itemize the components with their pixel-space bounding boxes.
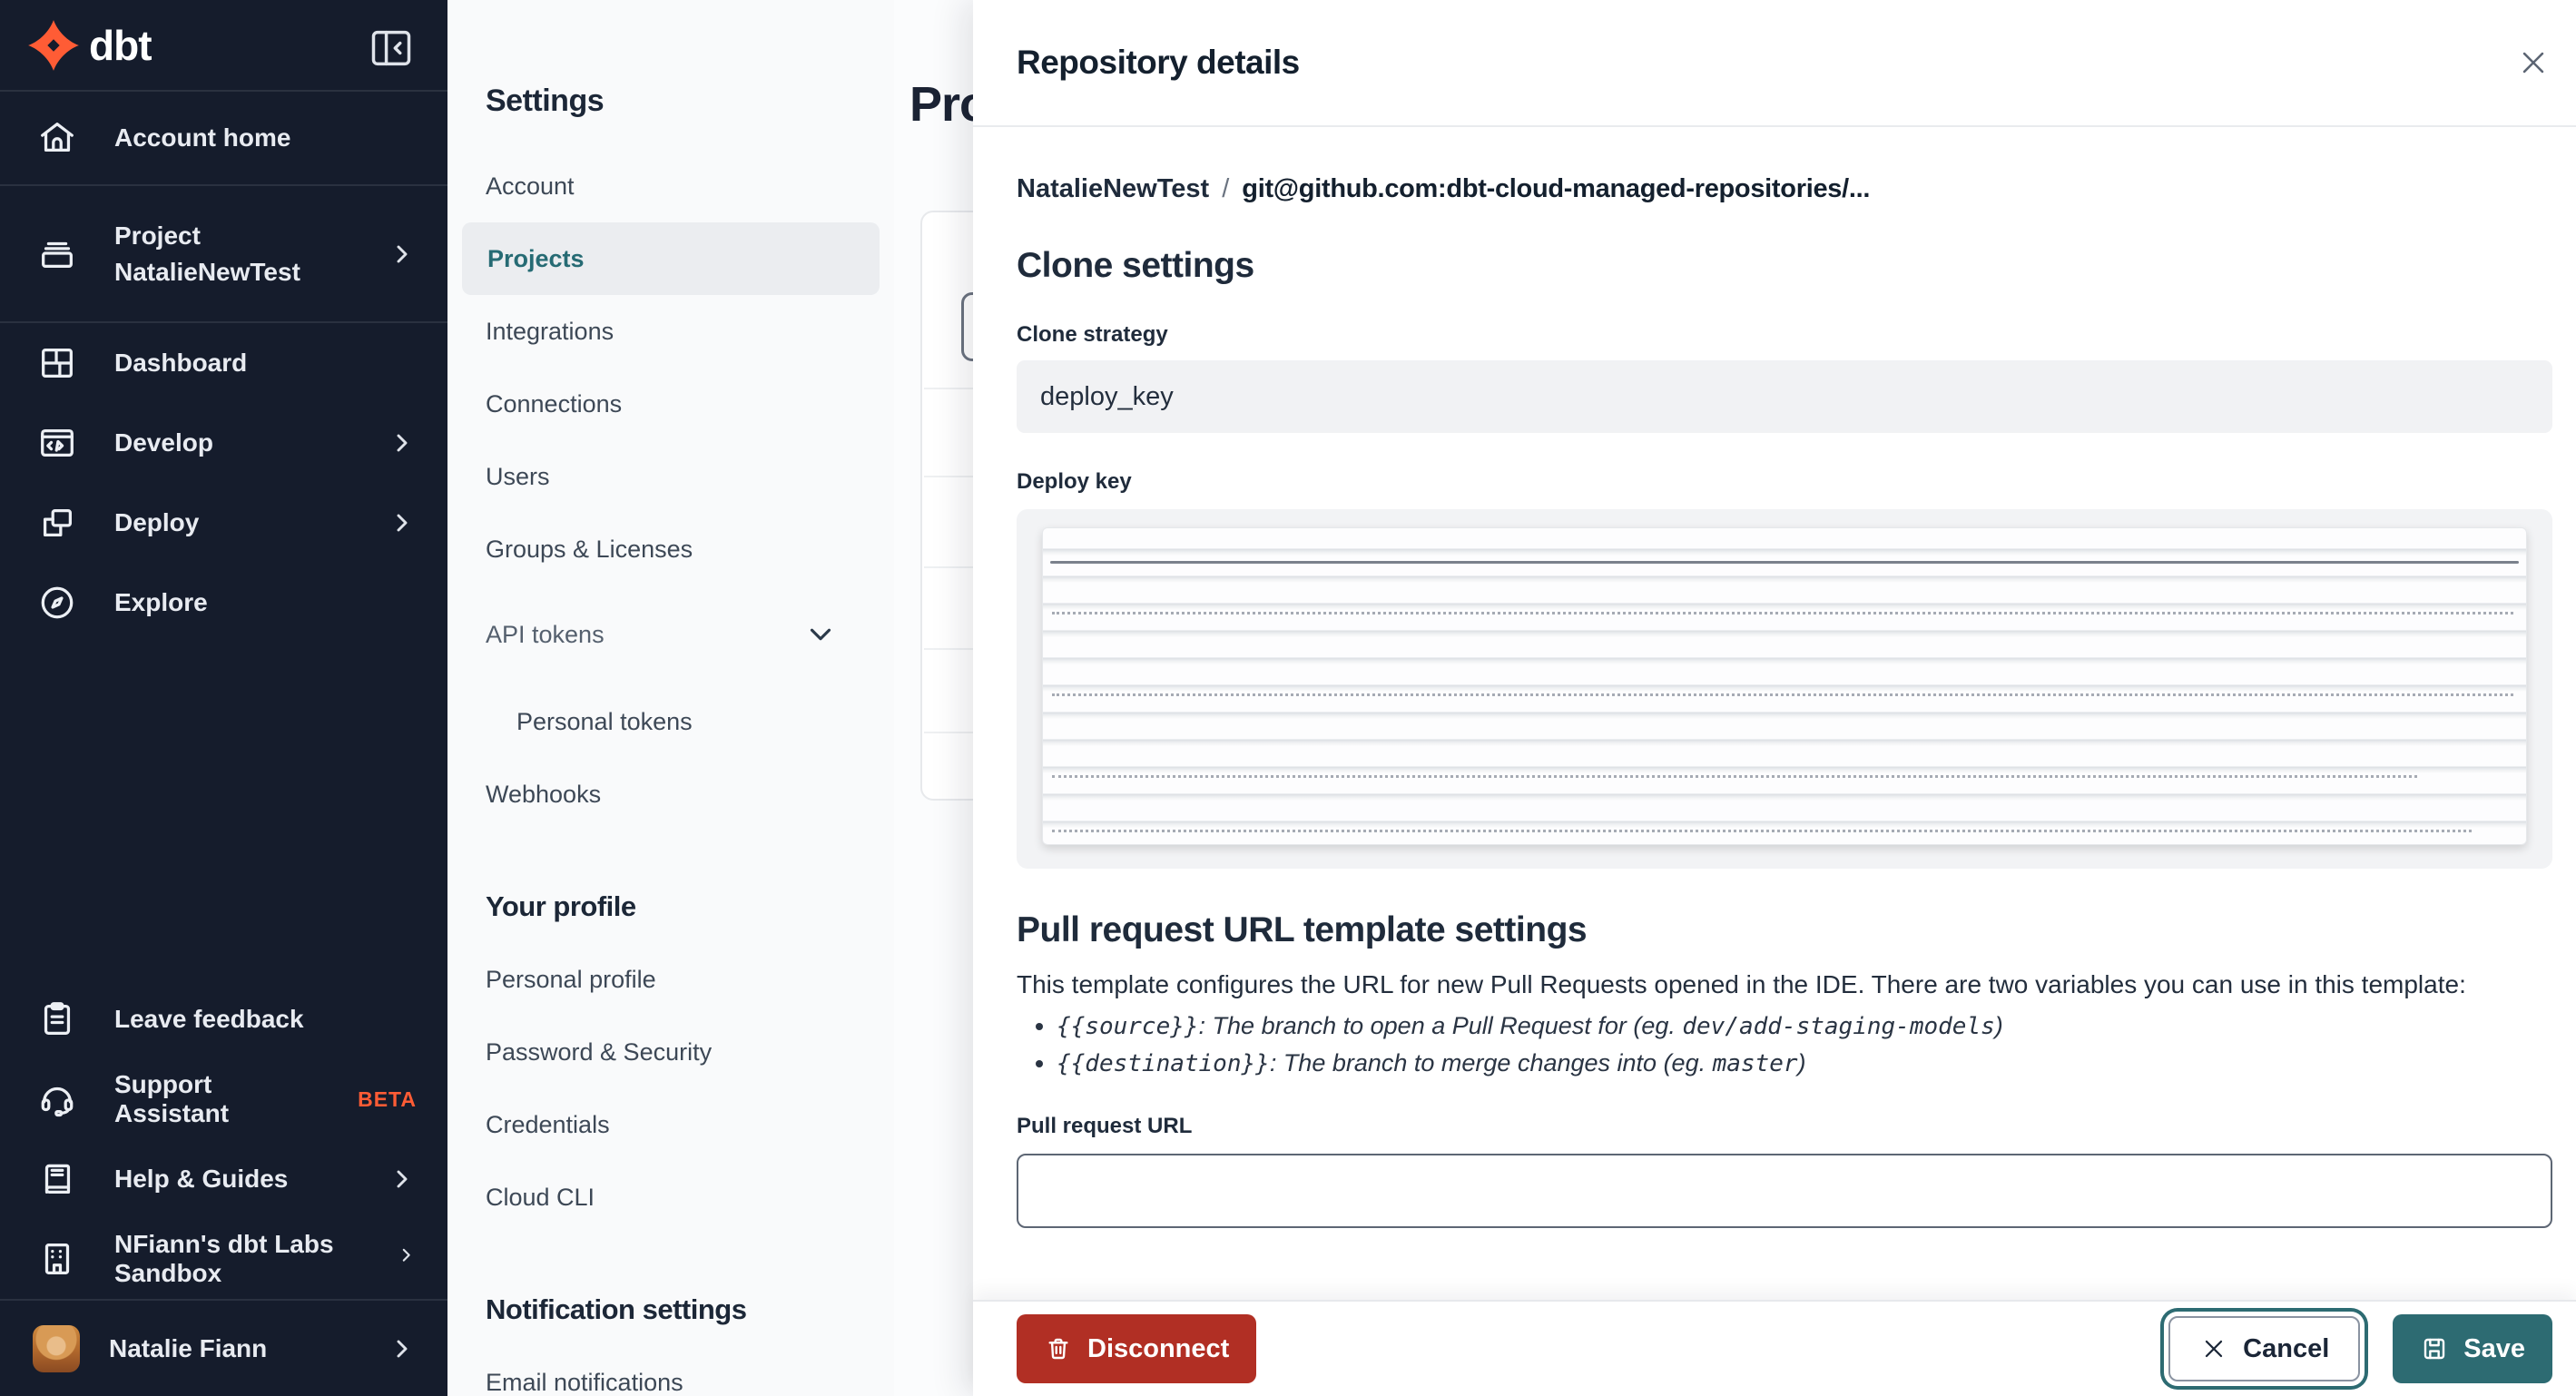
dbt-logo-text: dbt	[89, 21, 152, 69]
building-icon	[36, 1238, 78, 1280]
sidebar-item-label: Leave feedback	[114, 1005, 304, 1033]
sidebar-item-label: Support Assistant	[114, 1070, 230, 1127]
pull-request-url-input[interactable]	[1017, 1154, 2552, 1228]
sidebar-item-sandbox-account[interactable]: NFiann's dbt Labs Sandbox	[0, 1219, 447, 1299]
settings-nav-item-webhooks[interactable]: Webhooks	[447, 758, 894, 831]
settings-nav-heading: Settings	[486, 84, 605, 118]
save-disk-icon	[2420, 1334, 2449, 1363]
pull-request-url-label: Pull request URL	[1017, 1114, 1193, 1138]
pr-template-heading: Pull request URL template settings	[1017, 910, 1588, 949]
explore-icon	[36, 582, 78, 624]
panel-footer: Disconnect Cancel Save	[973, 1300, 2576, 1396]
app-root: dbt Account home Project NatalieNewTest …	[0, 0, 2576, 1396]
sidebar-item-label: Dashboard	[114, 349, 248, 377]
disconnect-label: Disconnect	[1087, 1333, 1230, 1363]
settings-nav: Settings Account Projects Integrations C…	[447, 0, 894, 1396]
save-button[interactable]: Save	[2393, 1314, 2552, 1383]
breadcrumb-project: NatalieNewTest	[1017, 174, 1210, 203]
deploy-icon	[36, 502, 78, 544]
pr-template-description: This template configures the URL for new…	[1017, 970, 2466, 998]
deploy-key-label: Deploy key	[1017, 469, 1132, 494]
book-icon	[36, 1158, 78, 1200]
settings-nav-item-groups-licenses[interactable]: Groups & Licenses	[447, 513, 894, 585]
clipboard-icon	[36, 998, 78, 1040]
settings-nav-item-connections[interactable]: Connections	[447, 368, 894, 440]
settings-nav-item-api-tokens[interactable]: API tokens	[447, 598, 894, 671]
sidebar-item-label: Deploy	[114, 508, 200, 536]
dashboard-icon	[36, 342, 78, 384]
home-icon	[36, 117, 78, 159]
sidebar-item-project[interactable]: Project NatalieNewTest	[0, 186, 447, 323]
settings-nav-item-account[interactable]: Account	[447, 150, 894, 222]
pr-template-variables-list: {{source}}: The branch to open a Pull Re…	[1057, 1012, 2552, 1077]
settings-nav-item-projects[interactable]: Projects	[462, 222, 880, 295]
trash-icon	[1044, 1334, 1073, 1363]
clone-strategy-input: deploy_key	[1017, 360, 2552, 433]
sidebar-item-deploy[interactable]: Deploy	[0, 483, 447, 563]
dbt-logo-icon	[27, 19, 80, 72]
chevron-right-icon	[388, 1165, 417, 1194]
settings-nav-item-users[interactable]: Users	[447, 440, 894, 513]
sidebar-item-dashboard[interactable]: Dashboard	[0, 323, 447, 403]
settings-nav-item-personal-tokens[interactable]: Personal tokens	[447, 685, 894, 758]
sidebar-item-label: NFiann's dbt Labs Sandbox	[114, 1230, 334, 1287]
panel-title: Repository details	[1017, 44, 1300, 81]
deploy-key-field[interactable]	[1017, 509, 2552, 869]
breadcrumb-separator: /	[1222, 174, 1230, 203]
develop-icon	[36, 422, 78, 464]
chevron-right-icon	[388, 428, 417, 457]
sidebar-item-label: Help & Guides	[114, 1165, 289, 1193]
sidebar-item-support-assistant[interactable]: Support Assistant BETA	[0, 1059, 447, 1139]
x-icon	[2199, 1334, 2228, 1363]
sidebar-logo-row: dbt	[0, 0, 447, 92]
panel-body: NatalieNewTest / git@github.com:dbt-clou…	[973, 127, 2576, 1300]
collapse-sidebar-button[interactable]	[368, 25, 415, 66]
save-label: Save	[2463, 1333, 2525, 1363]
settings-nav-item-credentials[interactable]: Credentials	[447, 1088, 894, 1161]
sidebar-item-label: Explore	[114, 588, 208, 616]
notification-settings-heading: Notification settings	[486, 1293, 747, 1325]
beta-badge: BETA	[358, 1086, 417, 1111]
sidebar: dbt Account home Project NatalieNewTest …	[0, 0, 447, 1396]
sidebar-user-menu[interactable]: Natalie Fiann	[0, 1301, 447, 1396]
pr-variable-destination: {{destination}}: The branch to merge cha…	[1057, 1049, 2552, 1077]
deploy-key-redacted-content	[1042, 527, 2527, 845]
clone-strategy-label: Clone strategy	[1017, 322, 1168, 347]
sidebar-item-leave-feedback[interactable]: Leave feedback	[0, 979, 447, 1059]
sidebar-item-label: Account home	[114, 123, 291, 152]
repository-details-panel: Repository details NatalieNewTest / git@…	[973, 0, 2576, 1396]
sidebar-item-explore[interactable]: Explore	[0, 563, 447, 643]
clone-settings-heading: Clone settings	[1017, 246, 1254, 285]
settings-nav-item-cloud-cli[interactable]: Cloud CLI	[447, 1161, 894, 1234]
cancel-label: Cancel	[2243, 1333, 2330, 1363]
chevron-right-icon	[388, 508, 417, 537]
chevron-down-icon	[803, 617, 838, 652]
cancel-button[interactable]: Cancel	[2168, 1316, 2361, 1381]
close-icon[interactable]	[2518, 47, 2549, 78]
pr-variable-source: {{source}}: The branch to open a Pull Re…	[1057, 1012, 2552, 1040]
sidebar-item-label: Develop	[114, 428, 213, 457]
sidebar-item-develop[interactable]: Develop	[0, 403, 447, 483]
chevron-right-icon	[396, 1244, 417, 1273]
breadcrumb: NatalieNewTest / git@github.com:dbt-clou…	[1017, 174, 2552, 204]
sidebar-item-help-guides[interactable]: Help & Guides	[0, 1139, 447, 1219]
breadcrumb-repo-url: git@github.com:dbt-cloud-managed-reposit…	[1242, 174, 1871, 203]
user-name: Natalie Fiann	[109, 1333, 268, 1362]
settings-nav-item-password-security[interactable]: Password & Security	[447, 1016, 894, 1088]
chevron-right-icon	[388, 240, 417, 269]
chevron-right-icon	[388, 1334, 417, 1363]
settings-nav-item-personal-profile[interactable]: Personal profile	[447, 943, 894, 1016]
sidebar-item-account-home[interactable]: Account home	[0, 92, 447, 186]
settings-nav-item-integrations[interactable]: Integrations	[447, 295, 894, 368]
settings-nav-item-email-notifications[interactable]: Email notifications	[447, 1346, 894, 1396]
avatar	[33, 1324, 80, 1372]
your-profile-heading: Your profile	[486, 890, 636, 922]
disconnect-button[interactable]: Disconnect	[1017, 1314, 1257, 1383]
panel-header: Repository details	[973, 0, 2576, 127]
headset-icon	[36, 1078, 78, 1120]
sidebar-item-label: Project NatalieNewTest	[114, 221, 300, 286]
project-icon	[36, 233, 78, 275]
